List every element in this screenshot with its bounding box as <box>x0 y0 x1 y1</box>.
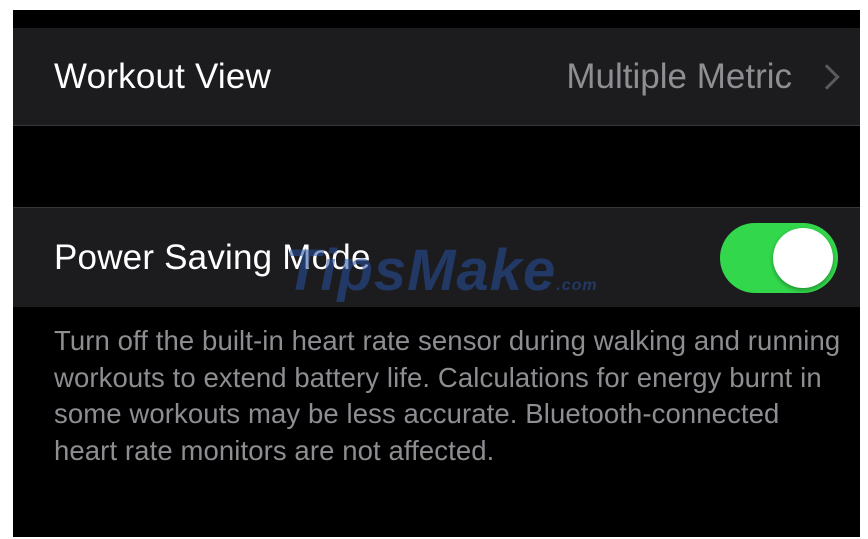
workout-view-value: Multiple Metric <box>566 56 792 96</box>
power-saving-label: Power Saving Mode <box>54 237 371 277</box>
power-saving-toggle[interactable] <box>720 222 838 293</box>
workout-view-row[interactable]: Workout View Multiple Metric <box>13 28 860 126</box>
workout-view-label: Workout View <box>54 56 272 96</box>
settings-screen: Workout View Multiple Metric Power Savin… <box>13 10 860 537</box>
power-saving-row: Power Saving Mode <box>13 207 860 307</box>
chevron-right-icon <box>814 63 840 90</box>
power-saving-description: Turn off the built-in heart rate sensor … <box>54 325 841 466</box>
toggle-knob <box>773 227 833 288</box>
